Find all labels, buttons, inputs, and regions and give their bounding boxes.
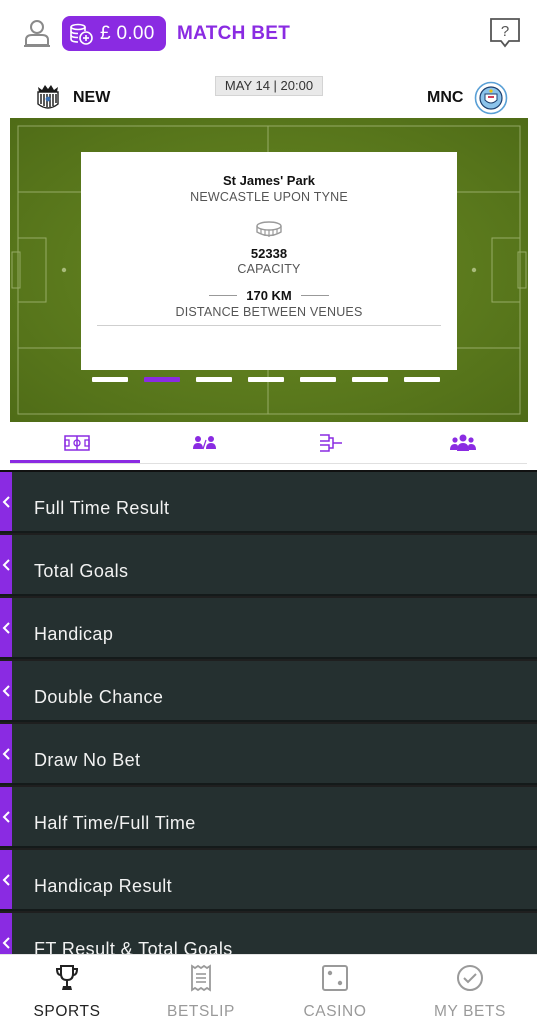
nav-sports-label: SPORTS	[33, 1003, 101, 1020]
nav-casino-label: CASINO	[303, 1003, 367, 1020]
trophy-icon	[55, 965, 79, 990]
nav-betslip-label: BETSLIP	[167, 1003, 235, 1020]
tab-pitch[interactable]	[10, 422, 144, 464]
help-chat-icon[interactable]: ?	[489, 17, 521, 49]
chevron-left-icon	[2, 622, 10, 634]
top-bar: £ 0.00 MATCH BET ?	[0, 0, 537, 66]
market-row[interactable]: Handicap Result	[0, 850, 537, 911]
nav-sports[interactable]: SPORTS	[0, 955, 134, 1024]
venue-card: St James' Park NEWCASTLE UPON TYNE 52338…	[81, 152, 457, 370]
markets-list: Full Time Result Total Goals Handicap Doubl…	[0, 472, 537, 954]
tab-divider	[10, 463, 527, 464]
venue-name: St James' Park	[223, 173, 315, 188]
carousel-dot[interactable]	[300, 377, 336, 382]
capacity-label: CAPACITY	[237, 262, 301, 276]
bottom-navigation: SPORTS BETSLIP CASINO MY BETS	[0, 954, 537, 1024]
match-datetime: MAY 14 | 20:00	[215, 76, 323, 96]
newcastle-crest-icon	[37, 85, 59, 109]
receipt-icon	[191, 964, 211, 992]
nav-my-bets[interactable]: MY BETS	[403, 955, 537, 1024]
check-circle-icon	[457, 965, 483, 991]
man-city-crest-icon	[474, 81, 508, 115]
carousel-dot[interactable]	[352, 377, 388, 382]
market-row[interactable]: Draw No Bet	[0, 724, 537, 785]
bracket-icon	[320, 434, 342, 452]
balance-button[interactable]: £ 0.00	[62, 16, 166, 51]
market-label: Full Time Result	[34, 498, 170, 518]
chevron-left-icon	[2, 748, 10, 760]
page-title: MATCH BET	[177, 23, 291, 44]
venue-carousel[interactable]: St James' Park NEWCASTLE UPON TYNE 52338…	[10, 118, 528, 422]
market-row[interactable]: Full Time Result	[0, 472, 537, 533]
market-label: Handicap Result	[34, 876, 173, 896]
chevron-left-icon	[2, 559, 10, 571]
carousel-dot[interactable]	[196, 377, 232, 382]
market-label: Double Chance	[34, 687, 164, 707]
market-row[interactable]: Handicap	[0, 598, 537, 659]
carousel-indicators	[92, 377, 452, 383]
coins-icon	[70, 23, 93, 45]
user-icon[interactable]	[22, 18, 52, 48]
market-label: Draw No Bet	[34, 750, 141, 770]
market-row[interactable]: Total Goals	[0, 535, 537, 596]
carousel-dot[interactable]	[404, 377, 440, 382]
match-header: NEW MAY 14 | 20:00 MNC	[0, 66, 537, 118]
carousel-dot[interactable]	[144, 377, 180, 382]
market-label: Handicap	[34, 624, 114, 644]
stats-tab-bar	[0, 422, 537, 464]
chevron-left-icon	[2, 685, 10, 697]
balance-amount: £ 0.00	[100, 22, 155, 44]
chevron-left-icon	[2, 874, 10, 886]
dice-icon	[322, 965, 348, 991]
distance-label: DISTANCE BETWEEN VENUES	[175, 305, 363, 319]
pitch-icon	[64, 435, 90, 451]
distance-value: 170 KM	[246, 288, 292, 303]
chevron-left-icon	[2, 811, 10, 823]
tab-head-to-head[interactable]	[137, 422, 271, 464]
market-label: Total Goals	[34, 561, 129, 581]
players-versus-icon	[193, 436, 216, 450]
chevron-left-icon	[2, 496, 10, 508]
chevron-left-icon	[2, 937, 10, 949]
stadium-icon	[256, 221, 282, 237]
group-icon	[450, 434, 476, 451]
carousel-dot[interactable]	[92, 377, 128, 382]
nav-my-bets-label: MY BETS	[434, 1003, 506, 1020]
market-row[interactable]: Double Chance	[0, 661, 537, 722]
card-divider	[97, 325, 441, 326]
market-row[interactable]: Half Time/Full Time	[0, 787, 537, 848]
tab-bracket[interactable]	[264, 422, 398, 464]
tab-team[interactable]	[396, 422, 530, 464]
carousel-dot[interactable]	[248, 377, 284, 382]
market-row[interactable]: FT Result & Total Goals	[0, 913, 537, 954]
nav-casino[interactable]: CASINO	[268, 955, 402, 1024]
away-team-name: MNC	[427, 89, 464, 106]
market-label: Half Time/Full Time	[34, 813, 196, 833]
capacity-value: 52338	[250, 246, 288, 261]
venue-city: NEWCASTLE UPON TYNE	[190, 190, 348, 204]
market-label: FT Result & Total Goals	[34, 939, 233, 954]
match-bet-screen: £ 0.00 MATCH BET ? NEW MAY 14 | 20:00 MN…	[0, 0, 537, 1024]
nav-betslip[interactable]: BETSLIP	[134, 955, 268, 1024]
svg-text:?: ?	[501, 23, 509, 40]
active-tab-indicator	[10, 460, 140, 463]
home-team-name: NEW	[73, 89, 111, 106]
